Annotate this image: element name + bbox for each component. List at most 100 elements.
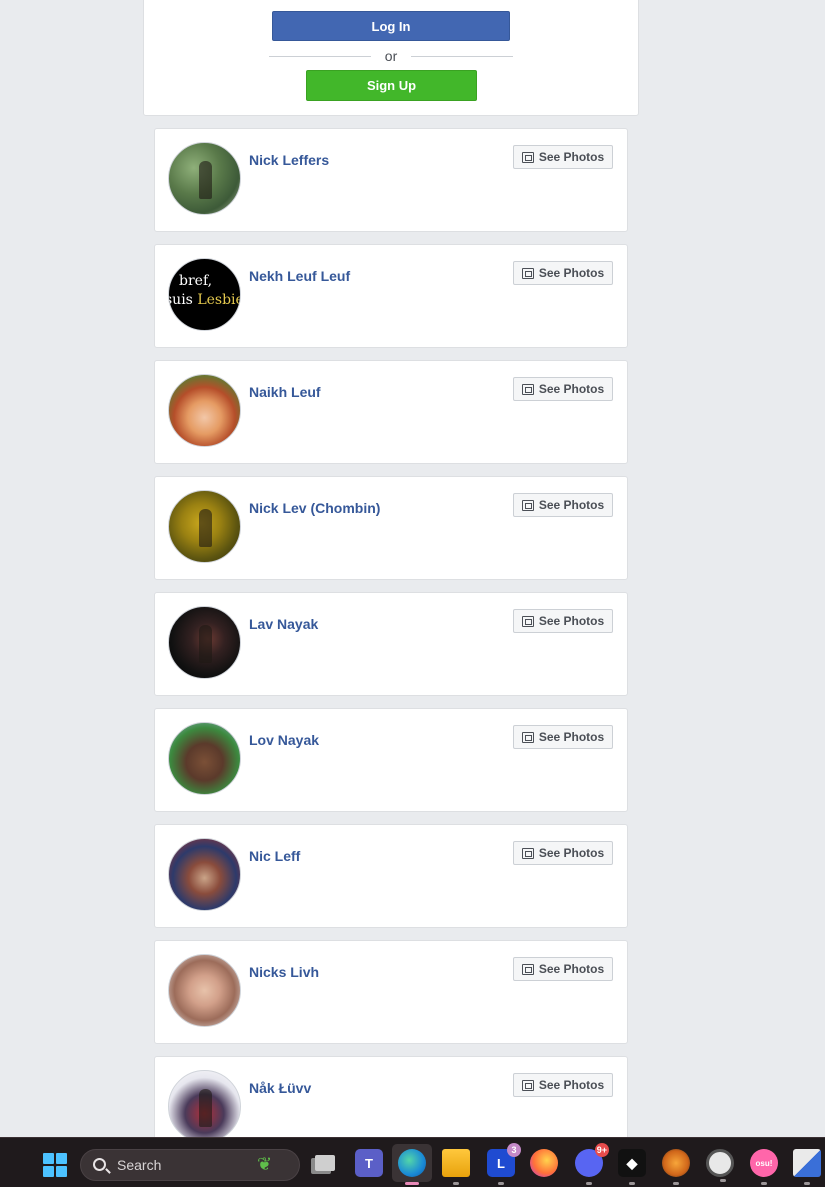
see-photos-label: See Photos: [538, 150, 605, 164]
notification-badge: 9+: [594, 1143, 609, 1157]
running-indicator: [804, 1182, 810, 1185]
see-photos-button[interactable]: See Photos: [513, 957, 613, 981]
running-indicator: [761, 1182, 767, 1185]
browser-viewport: Log In or Sign Up Nick Leffers See Photo…: [0, 0, 825, 1137]
photos-icon: [521, 731, 534, 743]
photos-icon: [521, 615, 534, 627]
see-photos-label: See Photos: [538, 382, 605, 396]
discord-icon[interactable]: 9+: [575, 1143, 609, 1185]
avatar-text-line2-b: Lesbien: [197, 292, 240, 308]
profile-avatar[interactable]: [168, 142, 241, 215]
see-photos-label: See Photos: [538, 730, 605, 744]
profile-avatar[interactable]: [168, 1070, 241, 1137]
photos-icon: [521, 847, 534, 859]
search-results-list: Nick Leffers See Photos bref, suis Lesbi…: [154, 128, 628, 1137]
teams-icon-label: T: [365, 1155, 373, 1171]
result-card: Lov Nayak See Photos: [154, 708, 628, 812]
fl-studio-icon[interactable]: [662, 1149, 690, 1185]
profile-avatar[interactable]: [168, 606, 241, 679]
see-photos-label: See Photos: [538, 498, 605, 512]
profile-name-link[interactable]: Lov Nayak: [249, 732, 319, 748]
notification-badge: 3: [507, 1143, 521, 1157]
profile-name-link[interactable]: Nicks Livh: [249, 964, 319, 980]
avatar-figure: [199, 509, 212, 547]
result-card: bref, suis Lesbien Nekh Leuf Leuf See Ph…: [154, 244, 628, 348]
profile-name-link[interactable]: Nekh Leuf Leuf: [249, 268, 350, 284]
result-card: Nick Lev (Chombin) See Photos: [154, 476, 628, 580]
see-photos-label: See Photos: [538, 266, 605, 280]
firefox-icon[interactable]: [530, 1149, 558, 1177]
result-card: Nic Leff See Photos: [154, 824, 628, 928]
profile-name-link[interactable]: Nåk Łüvv: [249, 1080, 311, 1096]
profile-avatar[interactable]: [168, 374, 241, 447]
result-card: Nick Leffers See Photos: [154, 128, 628, 232]
file-explorer-icon[interactable]: [442, 1149, 470, 1185]
osu-icon[interactable]: osu!: [750, 1149, 778, 1185]
edge-icon[interactable]: [398, 1149, 426, 1185]
teams-icon[interactable]: T: [355, 1149, 383, 1177]
task-view-glyph: [315, 1155, 335, 1171]
active-indicator: [405, 1182, 419, 1185]
profile-avatar[interactable]: [168, 722, 241, 795]
see-photos-label: See Photos: [538, 614, 605, 628]
login-card: Log In or Sign Up: [143, 0, 639, 116]
photos-icon: [521, 963, 534, 975]
result-card: Lav Nayak See Photos: [154, 592, 628, 696]
see-photos-button[interactable]: See Photos: [513, 609, 613, 633]
profile-avatar[interactable]: bref, suis Lesbien: [168, 258, 241, 331]
see-photos-button[interactable]: See Photos: [513, 725, 613, 749]
plant-icon: ❦: [257, 1154, 273, 1174]
task-view-icon[interactable]: [311, 1149, 339, 1177]
start-windows-icon[interactable]: [43, 1153, 67, 1177]
profile-name-link[interactable]: Nic Leff: [249, 848, 300, 864]
see-photos-label: See Photos: [538, 962, 605, 976]
tidal-icon[interactable]: ◆: [618, 1149, 646, 1185]
see-photos-button[interactable]: See Photos: [513, 1073, 613, 1097]
l-app-icon-label: L: [497, 1155, 505, 1171]
avatar-text-line1: bref,: [179, 273, 213, 289]
photos-icon: [521, 267, 534, 279]
see-photos-button[interactable]: See Photos: [513, 261, 613, 285]
profile-name-link[interactable]: Lav Nayak: [249, 616, 318, 632]
avatar-figure: [199, 1089, 212, 1127]
clock-app-icon[interactable]: [706, 1149, 734, 1182]
running-indicator: [586, 1182, 592, 1185]
see-photos-button[interactable]: See Photos: [513, 145, 613, 169]
paint-icon[interactable]: [793, 1149, 821, 1185]
or-text: or: [384, 48, 398, 64]
login-button[interactable]: Log In: [272, 11, 510, 41]
divider-line-left: [269, 55, 371, 57]
photos-icon: [521, 383, 534, 395]
profile-avatar[interactable]: [168, 954, 241, 1027]
l-app-icon[interactable]: L 3: [487, 1143, 521, 1185]
see-photos-label: See Photos: [538, 1078, 605, 1092]
profile-avatar[interactable]: [168, 490, 241, 563]
running-indicator: [673, 1182, 679, 1185]
photos-icon: [521, 151, 534, 163]
see-photos-button[interactable]: See Photos: [513, 377, 613, 401]
result-card: Nåk Łüvv See Photos: [154, 1056, 628, 1137]
avatar-figure: [199, 625, 212, 663]
taskbar: Search ❦ T L 3 9+ ◆ osu!: [0, 1137, 825, 1187]
photos-icon: [521, 1079, 534, 1091]
avatar-figure: [199, 161, 212, 199]
see-photos-button[interactable]: See Photos: [513, 493, 613, 517]
profile-name-link[interactable]: Nick Lev (Chombin): [249, 500, 380, 516]
result-card: Naikh Leuf See Photos: [154, 360, 628, 464]
running-indicator: [629, 1182, 635, 1185]
osu-icon-label: osu!: [755, 1158, 773, 1168]
avatar-text-line2-a: suis: [168, 292, 198, 308]
avatar-text-line2: suis Lesbien: [168, 292, 240, 308]
profile-name-link[interactable]: Nick Leffers: [249, 152, 329, 168]
see-photos-button[interactable]: See Photos: [513, 841, 613, 865]
taskbar-search[interactable]: Search ❦: [80, 1149, 300, 1181]
profile-name-link[interactable]: Naikh Leuf: [249, 384, 321, 400]
photos-icon: [521, 499, 534, 511]
running-indicator: [720, 1179, 726, 1182]
running-indicator: [498, 1182, 504, 1185]
signup-button[interactable]: Sign Up: [306, 70, 477, 101]
profile-avatar[interactable]: [168, 838, 241, 911]
see-photos-label: See Photos: [538, 846, 605, 860]
tidal-glyph: ◆: [626, 1154, 638, 1171]
or-divider: or: [269, 47, 514, 65]
